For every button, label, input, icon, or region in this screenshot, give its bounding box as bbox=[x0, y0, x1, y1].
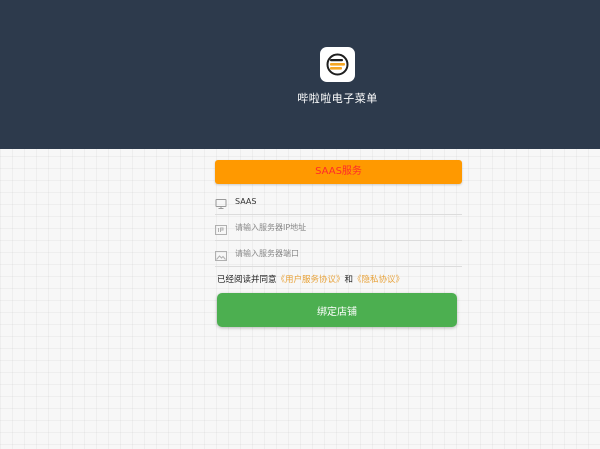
server-mode-input[interactable] bbox=[235, 192, 455, 210]
app-logo-icon bbox=[320, 47, 355, 82]
server-ip-input[interactable] bbox=[235, 218, 455, 236]
agreement-prefix: 已经阅读并同意 bbox=[217, 275, 277, 285]
server-mode-field[interactable] bbox=[215, 189, 462, 215]
bind-store-button[interactable]: 绑定店铺 bbox=[217, 293, 457, 327]
privacy-agreement-link[interactable]: 《隐私协议》 bbox=[353, 275, 404, 285]
user-agreement-link[interactable]: 《用户服务协议》 bbox=[277, 275, 345, 285]
agreement-conjunction: 和 bbox=[344, 275, 354, 285]
server-ip-field[interactable] bbox=[215, 215, 462, 241]
server-port-field[interactable] bbox=[215, 241, 462, 267]
agreement-text: 已经阅读并同意《用户服务协议》和《隐私协议》 bbox=[215, 272, 462, 288]
app-title: 哔啦啦电子菜单 bbox=[297, 92, 378, 105]
image-icon bbox=[215, 247, 227, 261]
server-port-input[interactable] bbox=[235, 244, 455, 262]
bind-form: SAAS服务 SAAS 请输入服务器IP地址 请输入服务器端口 已经阅读并同意《… bbox=[215, 160, 462, 327]
saas-service-tab[interactable]: SAAS服务 bbox=[215, 160, 462, 184]
login-page: 哔啦啦电子菜单 SAAS服务 SAAS 请输入服务器IP地址 请输入服务器端口 … bbox=[0, 0, 600, 449]
monitor-icon bbox=[215, 195, 227, 209]
ip-icon bbox=[215, 221, 227, 235]
header: 哔啦啦电子菜单 bbox=[0, 0, 600, 149]
